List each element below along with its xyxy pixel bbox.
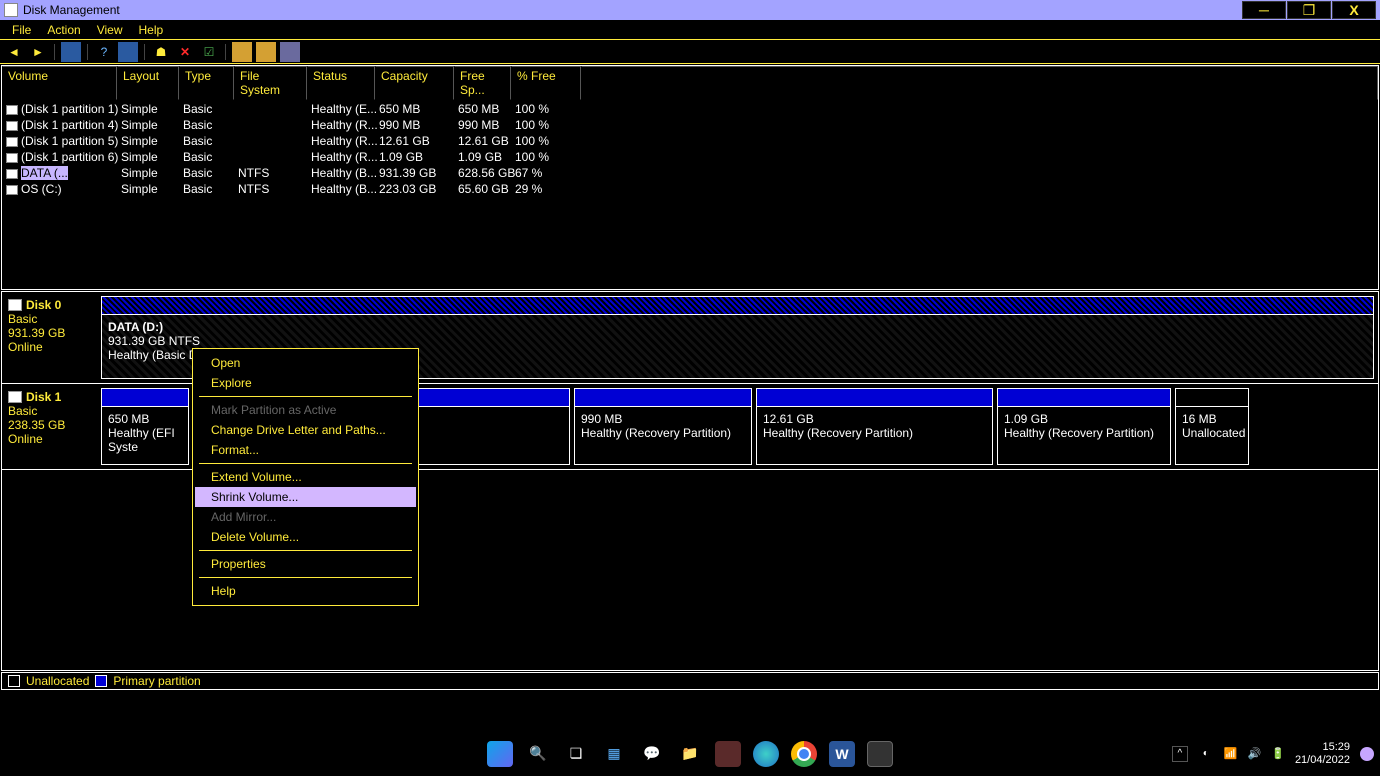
ctx-extend-volume[interactable]: Extend Volume... bbox=[195, 467, 416, 487]
disk-icon bbox=[8, 391, 22, 403]
volume-icon[interactable]: 🔊 bbox=[1248, 747, 1262, 760]
volume-row[interactable]: OS (C:)SimpleBasicNTFSHealthy (B...223.0… bbox=[2, 181, 1378, 197]
partition-stripe bbox=[102, 389, 188, 407]
volume-icon bbox=[6, 137, 18, 147]
disk0-label: Disk 0 Basic 931.39 GB Online bbox=[2, 292, 97, 383]
ctx-change-letter[interactable]: Change Drive Letter and Paths... bbox=[195, 420, 416, 440]
delete-icon[interactable]: ✕ bbox=[175, 42, 195, 62]
col-free-space[interactable]: Free Sp... bbox=[454, 66, 511, 100]
ctx-properties[interactable]: Properties bbox=[195, 554, 416, 574]
app-icon-1[interactable] bbox=[715, 741, 741, 767]
word-icon[interactable]: W bbox=[829, 741, 855, 767]
task-view-icon[interactable]: ❏ bbox=[563, 741, 589, 767]
partition-stripe bbox=[575, 389, 751, 407]
col-file-system[interactable]: File System bbox=[234, 66, 307, 100]
volume-row[interactable]: (Disk 1 partition 5)SimpleBasicHealthy (… bbox=[2, 133, 1378, 149]
widgets-icon[interactable]: ▦ bbox=[601, 741, 627, 767]
context-menu: Open Explore Mark Partition as Active Ch… bbox=[192, 348, 419, 606]
maximize-button[interactable]: ❐ bbox=[1287, 1, 1331, 19]
ctx-format[interactable]: Format... bbox=[195, 440, 416, 460]
edge-icon[interactable] bbox=[753, 741, 779, 767]
volume-icon bbox=[6, 121, 18, 131]
ctx-delete-volume[interactable]: Delete Volume... bbox=[195, 527, 416, 547]
ctx-add-mirror: Add Mirror... bbox=[195, 507, 416, 527]
volume-row[interactable]: (Disk 1 partition 1)SimpleBasicHealthy (… bbox=[2, 101, 1378, 117]
menu-file[interactable]: File bbox=[4, 21, 39, 39]
toolbar-icon-5[interactable] bbox=[256, 42, 276, 62]
close-button[interactable]: X bbox=[1332, 1, 1376, 19]
volume-list-pane: Volume Layout Type File System Status Ca… bbox=[1, 65, 1379, 290]
wifi-icon[interactable]: 📶 bbox=[1224, 747, 1238, 760]
volume-icon bbox=[6, 185, 18, 195]
title-bar: Disk Management ─ ❐ X bbox=[0, 0, 1380, 20]
menu-action[interactable]: Action bbox=[39, 21, 88, 39]
disk1-label: Disk 1 Basic 238.35 GB Online bbox=[2, 384, 97, 469]
app-icon bbox=[4, 3, 18, 17]
menu-bar: File Action View Help bbox=[0, 20, 1380, 40]
partition-stripe bbox=[998, 389, 1170, 407]
col-volume[interactable]: Volume bbox=[2, 66, 117, 100]
disk1-partition[interactable]: 990 MBHealthy (Recovery Partition) bbox=[574, 388, 752, 465]
volume-icon bbox=[6, 153, 18, 163]
volume-row[interactable]: (Disk 1 partition 6)SimpleBasicHealthy (… bbox=[2, 149, 1378, 165]
system-tray: ^ ◐ 📶 🔊 🔋 15:29 21/04/2022 bbox=[1172, 741, 1374, 767]
disk1-partition[interactable]: 1.09 GBHealthy (Recovery Partition) bbox=[997, 388, 1171, 465]
unallocated-space[interactable]: 16 MBUnallocated bbox=[1175, 388, 1249, 465]
volume-list-header: Volume Layout Type File System Status Ca… bbox=[2, 66, 1378, 101]
disk1-partition[interactable]: 12.61 GBHealthy (Recovery Partition) bbox=[756, 388, 993, 465]
toolbar-icon-3[interactable]: ☗ bbox=[151, 42, 171, 62]
chat-icon[interactable]: 💬 bbox=[639, 741, 665, 767]
col-capacity[interactable]: Capacity bbox=[375, 66, 454, 100]
disk-mgmt-taskbar-icon[interactable] bbox=[867, 741, 893, 767]
window-title: Disk Management bbox=[23, 3, 120, 17]
col-percent-free[interactable]: % Free bbox=[511, 66, 581, 100]
col-layout[interactable]: Layout bbox=[117, 66, 179, 100]
tray-overflow-icon[interactable]: ^ bbox=[1172, 746, 1188, 762]
legend-swatch-unallocated bbox=[8, 675, 20, 687]
toolbar-icon-2[interactable] bbox=[118, 42, 138, 62]
volume-row[interactable]: (Disk 1 partition 4)SimpleBasicHealthy (… bbox=[2, 117, 1378, 133]
taskbar-center-apps: 🔍 ❏ ▦ 💬 📁 W bbox=[487, 741, 893, 767]
ctx-explore[interactable]: Explore bbox=[195, 373, 416, 393]
legend: Unallocated Primary partition bbox=[1, 672, 1379, 690]
disk1-partition[interactable]: 650 MBHealthy (EFI Syste bbox=[101, 388, 189, 465]
partition-stripe bbox=[757, 389, 992, 407]
battery-icon[interactable]: 🔋 bbox=[1271, 747, 1285, 760]
volume-icon bbox=[6, 105, 18, 115]
volume-icon bbox=[6, 169, 18, 179]
forward-button[interactable]: ► bbox=[28, 42, 48, 62]
col-type[interactable]: Type bbox=[179, 66, 234, 100]
ctx-mark-active: Mark Partition as Active bbox=[195, 400, 416, 420]
taskbar: 🔍 ❏ ▦ 💬 📁 W ^ ◐ 📶 🔊 🔋 15:29 21/04/2022 bbox=[0, 731, 1380, 776]
toolbar-icon-6[interactable] bbox=[280, 42, 300, 62]
ctx-open[interactable]: Open bbox=[195, 353, 416, 373]
help-icon[interactable]: ? bbox=[94, 42, 114, 62]
ctx-help[interactable]: Help bbox=[195, 581, 416, 601]
back-button[interactable]: ◄ bbox=[4, 42, 24, 62]
col-status[interactable]: Status bbox=[307, 66, 375, 100]
col-spacer bbox=[581, 66, 1378, 100]
search-icon[interactable]: 🔍 bbox=[525, 741, 551, 767]
check-icon[interactable]: ☑ bbox=[199, 42, 219, 62]
notification-icon[interactable] bbox=[1360, 747, 1374, 761]
toolbar-icon-1[interactable] bbox=[61, 42, 81, 62]
partition-stripe bbox=[1176, 389, 1248, 407]
menu-view[interactable]: View bbox=[89, 21, 131, 39]
clock[interactable]: 15:29 21/04/2022 bbox=[1295, 741, 1350, 767]
ctx-shrink-volume[interactable]: Shrink Volume... bbox=[195, 487, 416, 507]
menu-help[interactable]: Help bbox=[131, 21, 172, 39]
minimize-button[interactable]: ─ bbox=[1242, 1, 1286, 19]
disk-icon bbox=[8, 299, 22, 311]
volume-row[interactable]: DATA (...SimpleBasicNTFSHealthy (B...931… bbox=[2, 165, 1378, 181]
tray-icon-1[interactable]: ◐ bbox=[1198, 746, 1214, 762]
legend-swatch-primary bbox=[95, 675, 107, 687]
chrome-icon[interactable] bbox=[791, 741, 817, 767]
toolbar: ◄ ► ? ☗ ✕ ☑ bbox=[0, 40, 1380, 64]
partition-stripe bbox=[102, 297, 1373, 315]
file-explorer-icon[interactable]: 📁 bbox=[677, 741, 703, 767]
volume-rows: (Disk 1 partition 1)SimpleBasicHealthy (… bbox=[2, 101, 1378, 289]
toolbar-icon-4[interactable] bbox=[232, 42, 252, 62]
start-button[interactable] bbox=[487, 741, 513, 767]
